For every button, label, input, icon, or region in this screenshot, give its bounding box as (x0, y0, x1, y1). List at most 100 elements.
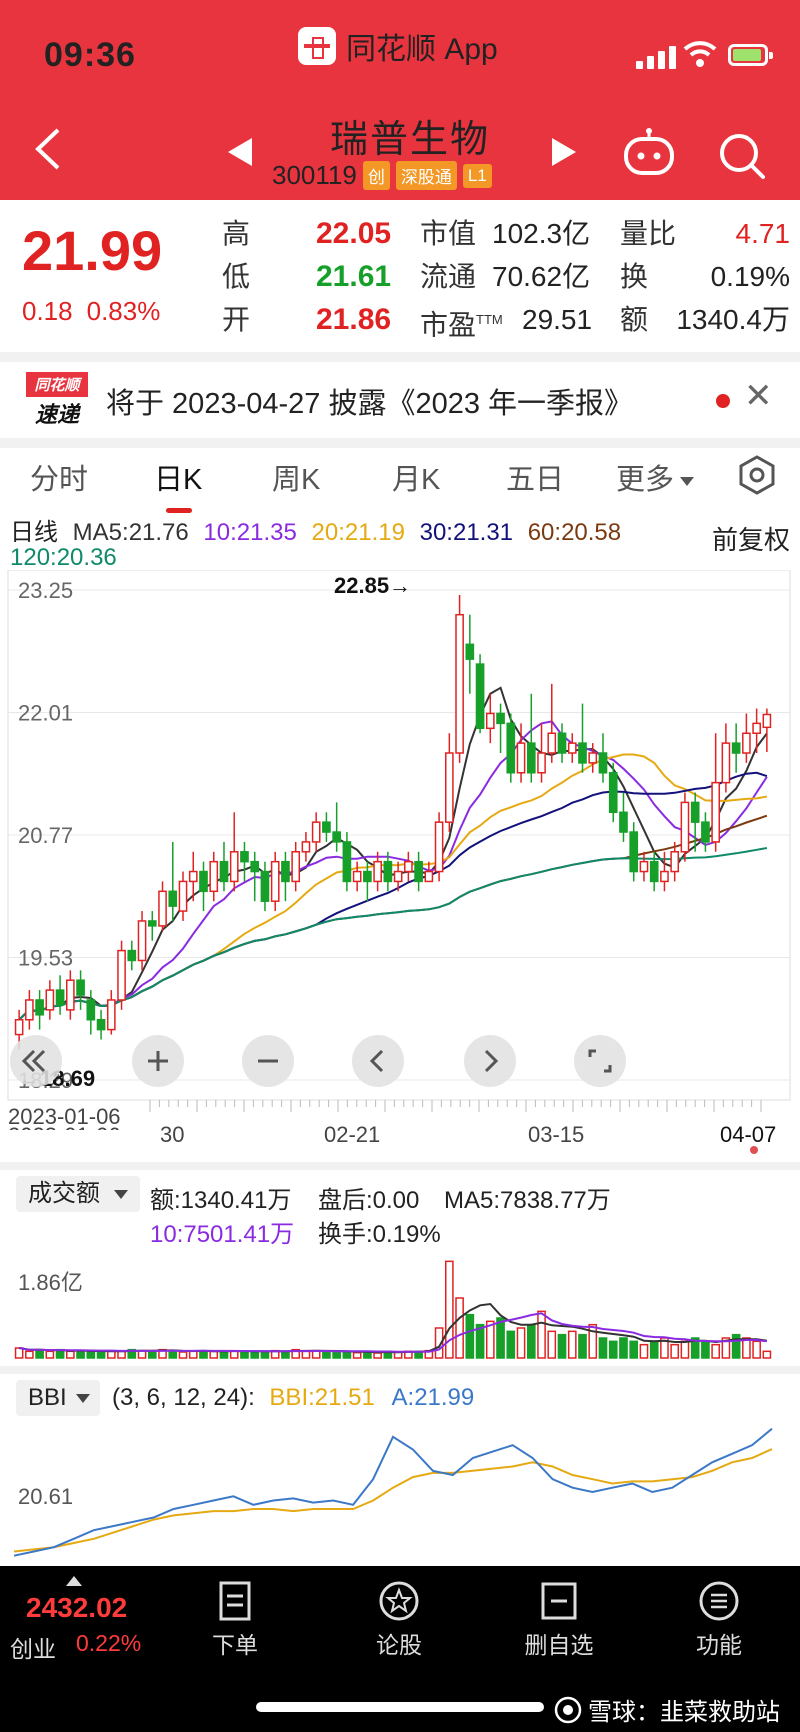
candle-body (721, 742, 731, 784)
index-name: 创业 (10, 1636, 56, 1662)
zoom-out-button[interactable] (242, 1035, 294, 1087)
value-high: 22.05 (316, 217, 392, 250)
nav-discuss[interactable]: 论股 (344, 1580, 454, 1660)
zoom-in-button[interactable] (132, 1035, 184, 1087)
chart-controls (0, 1035, 800, 1087)
candle-body (45, 989, 55, 1011)
index-value[interactable]: 2432.02 (26, 1592, 127, 1624)
candle-body (240, 851, 249, 863)
candle-body (363, 870, 372, 883)
ma-legend: 日线 MA5:21.76 10:21.35 20:21.19 30:21.31 … (10, 512, 621, 547)
y-tick-label: 19.53 (18, 946, 73, 971)
legend-ma60: 60:20.58 (527, 519, 622, 546)
tab-daily-k[interactable]: 日K (154, 456, 202, 498)
change-percent: 0.83% (86, 296, 161, 326)
candle-body (229, 851, 239, 883)
fullscreen-button[interactable] (574, 1035, 626, 1087)
app-logo-icon (298, 27, 336, 65)
adjust-mode[interactable]: 前复权 (712, 520, 790, 557)
menu-circle-icon (699, 1581, 739, 1621)
candle-body (547, 732, 557, 754)
date-label-0130: 30 (160, 1122, 184, 1147)
candle-body (731, 742, 741, 754)
chevron-left-icon (369, 1049, 384, 1073)
pan-left-button[interactable] (352, 1035, 404, 1087)
bbi-line (13, 1448, 773, 1553)
candle-body (742, 732, 751, 754)
candle-body (106, 999, 116, 1031)
double-chevron-left-icon (21, 1049, 46, 1073)
volume-indicator-select[interactable]: 成交额 (16, 1176, 140, 1212)
tab-monthly-k[interactable]: 月K (392, 456, 440, 498)
candle-body (537, 752, 546, 774)
value-float: 70.62亿 (492, 261, 591, 292)
volume-bar (526, 1323, 536, 1359)
next-stock-icon[interactable] (552, 138, 576, 166)
candle-body (762, 713, 772, 729)
volume-bar (76, 1349, 85, 1359)
candle-body (147, 920, 157, 927)
volume-bar (86, 1351, 96, 1359)
order-doc-icon (219, 1581, 251, 1621)
tab-more[interactable]: 更多 (616, 456, 695, 498)
close-icon[interactable]: ✕ (744, 376, 773, 416)
volume-bar (598, 1337, 608, 1359)
bbi-chart[interactable]: 20.61 (0, 1420, 800, 1566)
bbi-a-line (13, 1427, 773, 1557)
search-icon[interactable] (718, 132, 766, 180)
index-up-triangle-icon (66, 1576, 82, 1586)
volume-chart[interactable]: 1.86亿 (0, 1244, 800, 1364)
news-logo-bottom: 速递 (34, 402, 79, 427)
status-app-name: 同花顺 App (346, 33, 498, 66)
candle-body (25, 999, 34, 1021)
candle-body (311, 821, 321, 843)
candle-body (373, 860, 382, 883)
nav-remove-watchlist[interactable]: 删自选 (504, 1580, 614, 1660)
nav-functions[interactable]: 功能 (664, 1580, 774, 1660)
robot-assistant-icon[interactable] (622, 128, 676, 178)
value-amount: 1340.4万 (676, 304, 790, 335)
date-start-label: 2023-01-06 (8, 1104, 121, 1129)
bbi-info: (3, 6, 12, 24): BBI:21.51 A:21.99 (112, 1384, 474, 1412)
candle-body (96, 1018, 106, 1031)
candle-body (598, 752, 608, 774)
candle-body (526, 742, 536, 774)
volume-bar (557, 1333, 567, 1359)
date-label-0315: 03-15 (528, 1122, 584, 1147)
ma30-line (18, 771, 768, 1021)
candle-body (393, 870, 403, 883)
candle-body (291, 851, 301, 883)
volume-bar (66, 1350, 75, 1359)
volume-bar (352, 1351, 362, 1359)
nav-order[interactable]: 下单 (180, 1580, 290, 1660)
candle-body (506, 722, 516, 774)
index-change: 0.22% (76, 1630, 142, 1656)
label-high: 高 (222, 218, 251, 249)
back-arrow-icon[interactable] (30, 126, 64, 172)
label-low: 低 (222, 261, 251, 292)
candle-body (168, 890, 178, 907)
volume-bar (711, 1343, 720, 1359)
pan-right-button[interactable] (464, 1035, 516, 1087)
settings-hexagon-icon[interactable] (737, 454, 777, 496)
label-float: 流通 (420, 261, 477, 292)
tab-five-day[interactable]: 五日 (506, 456, 564, 498)
notice-bar[interactable]: 同花顺 速递 将于 2023-04-27 披露《2023 年一季报》 ✕ (0, 352, 800, 448)
date-label-0407: 04-07 (720, 1122, 776, 1147)
value-open: 21.86 (316, 303, 392, 336)
volume-y-tick: 1.86亿 (18, 1270, 83, 1295)
legend-ma10: 10:21.35 (203, 519, 297, 546)
candle-body (219, 860, 229, 883)
value-turnover: 0.19% (710, 261, 790, 292)
volume-bar (516, 1327, 526, 1359)
tab-intraday[interactable]: 分时 (30, 456, 88, 498)
tab-weekly-k[interactable]: 周K (272, 456, 320, 498)
prev-stock-icon[interactable] (228, 138, 252, 166)
bbi-indicator-select[interactable]: BBI (16, 1380, 100, 1416)
pan-left-fast-button[interactable] (10, 1035, 62, 1087)
candle-body (260, 870, 270, 902)
volume-bar (35, 1348, 44, 1359)
candle-body (342, 841, 352, 883)
chevron-right-icon (484, 1049, 499, 1073)
caret-down-icon (680, 476, 695, 486)
